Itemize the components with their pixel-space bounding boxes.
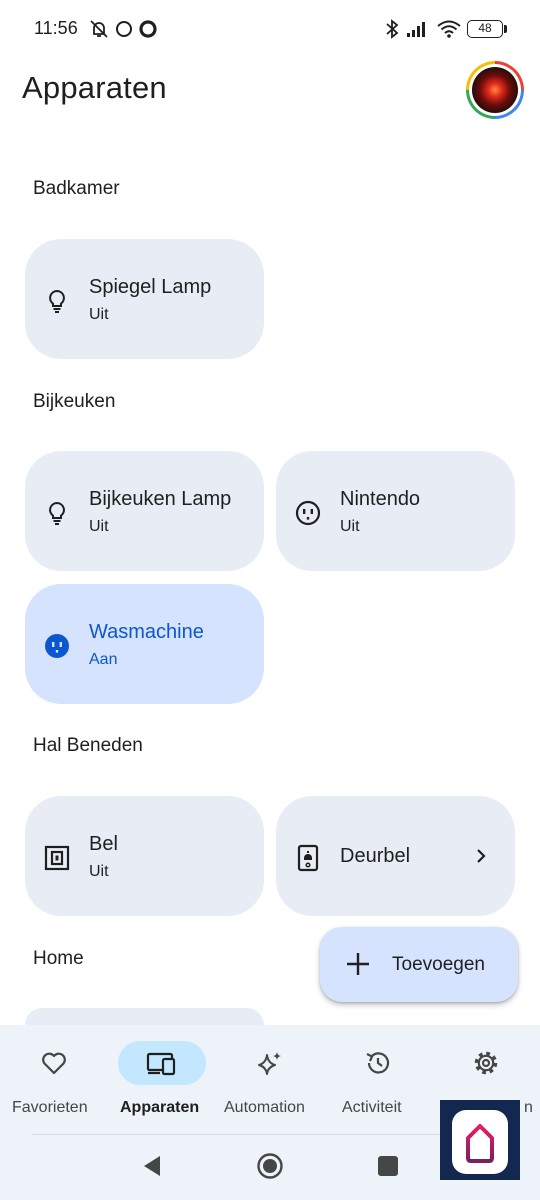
- device-state: Uit: [89, 863, 109, 880]
- history-icon: [366, 1052, 390, 1074]
- battery-icon: 48: [467, 20, 503, 38]
- profile-avatar[interactable]: [466, 61, 524, 119]
- signal-icon: [407, 22, 425, 37]
- device-tile-deurbel[interactable]: Deurbel: [276, 796, 515, 916]
- back-icon[interactable]: [140, 1152, 164, 1180]
- nav-item-apparaten[interactable]: Apparaten: [108, 1025, 216, 1135]
- devices-icon: [146, 1052, 176, 1076]
- chevron-right-icon: [477, 849, 486, 863]
- nav-label: n: [524, 1099, 533, 1116]
- muted-icon: [90, 20, 108, 38]
- section-title-badkamer: Badkamer: [33, 178, 120, 199]
- device-tile-nintendo[interactable]: Nintendo Uit: [276, 451, 515, 571]
- plus-icon: [347, 953, 369, 975]
- status-time: 11:56: [34, 18, 78, 38]
- device-state: Uit: [89, 518, 109, 535]
- nav-label: Automation: [224, 1099, 305, 1116]
- nav-item-automation[interactable]: Automation: [216, 1025, 324, 1135]
- lightbulb-icon: [49, 501, 65, 525]
- nav-label: Activiteit: [342, 1099, 402, 1116]
- nav-divider: [32, 1134, 508, 1135]
- device-name: Spiegel Lamp: [89, 276, 212, 298]
- device-tile-bel[interactable]: Bel Uit: [25, 796, 264, 916]
- avatar-image: [472, 67, 518, 113]
- device-state: Uit: [340, 518, 360, 535]
- device-tile-partial[interactable]: [25, 1008, 264, 1025]
- section-title-bijkeuken: Bijkeuken: [33, 391, 116, 412]
- battery-tip: [504, 25, 507, 33]
- circle-icon: [116, 21, 132, 37]
- wifi-icon: [437, 20, 461, 38]
- device-tile-bijkeuken-lamp[interactable]: Bijkeuken Lamp Uit: [25, 451, 264, 571]
- home-icon[interactable]: [256, 1152, 284, 1180]
- section-title-hal-beneden: Hal Beneden: [33, 735, 143, 756]
- recents-icon[interactable]: [376, 1152, 400, 1180]
- home-app-icon: [466, 1124, 494, 1163]
- device-name: Bel: [89, 833, 118, 855]
- doorbell-camera-icon: [297, 844, 319, 872]
- section-title-home: Home: [33, 948, 84, 969]
- nav-item-favorieten[interactable]: Favorieten: [0, 1025, 108, 1135]
- ring-icon: [139, 20, 157, 38]
- outlet-icon: [45, 634, 69, 658]
- lightbulb-icon: [49, 289, 65, 313]
- device-name: Nintendo: [340, 488, 421, 510]
- app-shortcut-badge[interactable]: [440, 1100, 520, 1180]
- add-device-label: Toevoegen: [392, 954, 485, 975]
- doorbell-icon: [44, 845, 70, 871]
- nav-label: Apparaten: [120, 1099, 200, 1116]
- device-name: Bijkeuken Lamp: [89, 488, 232, 510]
- device-name: Wasmachine: [89, 621, 204, 643]
- heart-icon: [42, 1052, 66, 1075]
- page-title: Apparaten: [22, 70, 167, 105]
- add-device-button[interactable]: Toevoegen: [320, 927, 518, 1002]
- device-name: Deurbel: [340, 845, 411, 867]
- battery-level: 48: [478, 21, 492, 35]
- device-tile-wasmachine[interactable]: Wasmachine Aan: [25, 584, 264, 704]
- bluetooth-icon: [386, 19, 399, 39]
- sparkle-icon: [258, 1052, 281, 1075]
- device-tile-spiegel-lamp[interactable]: Spiegel Lamp Uit: [25, 239, 264, 359]
- outlet-icon: [295, 500, 321, 526]
- device-state: Uit: [89, 306, 109, 323]
- status-bar: 11:56 48: [0, 0, 540, 60]
- settings-icon: [474, 1051, 498, 1075]
- nav-label: Favorieten: [12, 1099, 88, 1116]
- device-state: Aan: [89, 651, 118, 668]
- nav-item-activiteit[interactable]: Activiteit: [324, 1025, 432, 1135]
